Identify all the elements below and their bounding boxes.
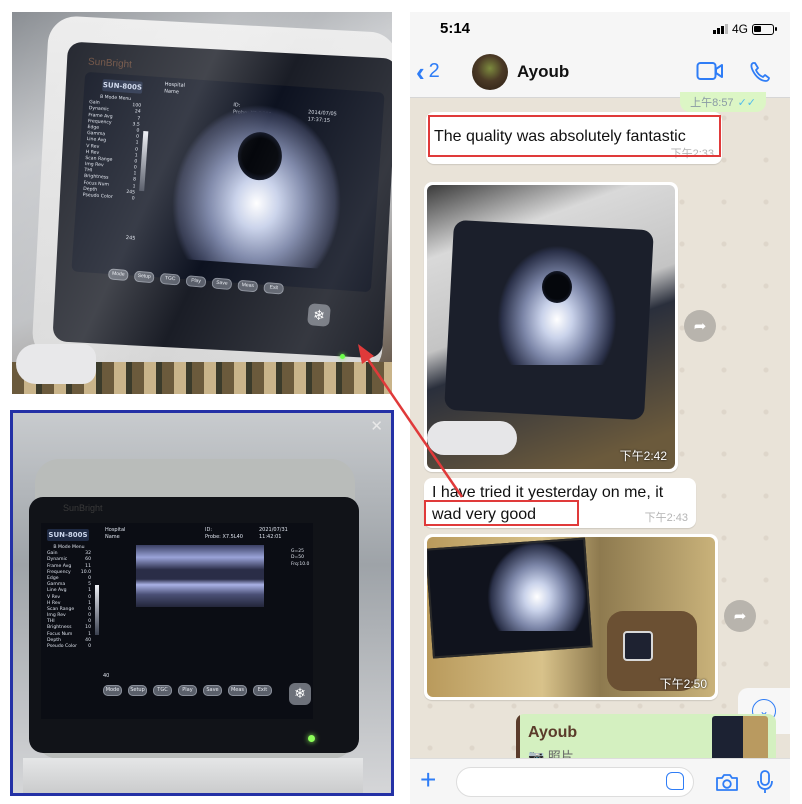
forward-button[interactable]: ➦ — [684, 310, 716, 342]
snowflake-icon: ❄ — [294, 686, 306, 702]
status-bar: 5:14 4G — [410, 12, 790, 46]
phone-icon — [750, 62, 770, 82]
ultrasound-probe — [427, 421, 517, 455]
chevron-left-icon: ‹ — [416, 56, 425, 87]
plus-icon: + — [420, 764, 437, 795]
depth-readout: 40 — [103, 673, 110, 679]
composite-image: SunBright SUN-800S Hospital Name ID: Pro… — [0, 0, 802, 804]
screen-button-play[interactable]: Play — [178, 685, 197, 696]
red-highlight-box — [424, 500, 579, 526]
message-input[interactable] — [456, 767, 694, 797]
forward-arrow-icon: ➦ — [733, 608, 747, 625]
status-time: 5:14 — [440, 20, 471, 37]
plastic-wrap — [12, 12, 392, 394]
quoted-author: Ayoub — [528, 724, 578, 741]
time-label: 11:42:01 — [259, 534, 282, 540]
signal-icon — [712, 24, 728, 34]
whatsapp-chat-screenshot: 5:14 4G ‹ 2 Ayoub 上午8:57 ✓✓ The quality … — [410, 12, 790, 804]
scan-image — [497, 245, 617, 365]
chat-header: ‹ 2 Ayoub — [410, 46, 790, 98]
image-message[interactable]: 下午2:42 — [424, 182, 678, 472]
contact-name[interactable]: Ayoub — [517, 62, 569, 82]
unread-count: 2 — [428, 60, 440, 82]
back-button[interactable]: ‹ 2 — [416, 56, 440, 87]
date-label: 2021/07/31 — [259, 527, 288, 533]
quote-bar — [516, 714, 520, 764]
voice-call-button[interactable] — [748, 60, 772, 89]
tv-ultrasound-photo-thumbnail: 下午2:50 — [427, 537, 715, 697]
model-label: SUN-800S — [47, 529, 89, 541]
header-left: Hospital Name — [105, 527, 125, 541]
portable-device — [623, 631, 653, 661]
attach-button[interactable]: + — [420, 765, 436, 795]
screen-button-meas[interactable]: Meas — [228, 685, 247, 696]
menu-label: Pseudo Color — [47, 644, 78, 649]
freeze-button[interactable]: ❄ — [289, 683, 311, 705]
screen-button-save[interactable]: Save — [203, 685, 222, 696]
status-icons: 4G — [712, 22, 777, 36]
microphone-icon — [757, 770, 773, 793]
power-led — [340, 354, 345, 359]
ultrasound-photo-bottom: SunBright SUN-800S Hospital Name ID: Pro… — [10, 410, 394, 796]
scan-image — [136, 545, 264, 607]
outgoing-reply-message[interactable]: Ayoub 📷 照片 — [516, 714, 776, 764]
voice-record-button[interactable] — [756, 769, 774, 800]
forward-arrow-icon: ➦ — [693, 318, 707, 335]
camera-icon — [716, 774, 738, 791]
header-probe: ID: Probe: X7.5L40 — [205, 527, 243, 541]
probe-label: Probe: X7.5L40 — [205, 534, 243, 540]
screen-buttons: Mode Setup TGC Play Save Meas Exit — [103, 685, 272, 696]
screen-button-tgc[interactable]: TGC — [153, 685, 172, 696]
camera-button[interactable] — [715, 772, 739, 797]
side-readout-line: Frq:10.0 — [291, 561, 310, 567]
cyst-region — [542, 271, 572, 303]
b-mode-menu: B Mode Menu Gain 32 Dynamic 60 Frame Avg 11 Fr… — [47, 545, 91, 650]
quoted-thumbnail — [712, 716, 768, 762]
header-datetime: 2021/07/31 11:42:01 — [259, 527, 288, 541]
id-label: ID: — [205, 527, 213, 533]
menu-row[interactable]: Pseudo Color 0 — [47, 644, 91, 650]
name-label: Name — [105, 534, 120, 540]
ultrasound-probe — [16, 344, 96, 384]
side-readout: G=25 D=50 Frq:10.0 — [291, 549, 309, 568]
outgoing-message-peek: 上午8:57 ✓✓ — [680, 92, 766, 112]
video-camera-icon — [696, 62, 723, 80]
screen-button-setup[interactable]: Setup — [128, 685, 147, 696]
video-call-button[interactable] — [696, 60, 724, 87]
image-message[interactable]: 下午2:50 — [424, 534, 718, 700]
network-label: 4G — [731, 22, 748, 36]
screen-button-exit[interactable]: Exit — [253, 685, 272, 696]
ultrasound-photo-thumbnail: 下午2:42 — [427, 185, 675, 469]
message-time: 下午2:42 — [619, 449, 667, 463]
power-led — [308, 735, 315, 742]
device-stand — [23, 758, 363, 793]
close-icon[interactable]: ✕ — [370, 419, 383, 434]
read-ticks-icon: ✓✓ — [737, 97, 756, 109]
message-list[interactable]: 上午8:57 ✓✓ The quality was absolutely fant… — [410, 92, 790, 764]
scan-image — [487, 541, 587, 631]
red-highlight-box — [428, 115, 721, 157]
hospital-label: Hospital — [105, 527, 126, 533]
sticker-icon[interactable] — [666, 772, 684, 790]
battery-icon — [752, 23, 777, 35]
ultrasound-photo-top: SunBright SUN-800S Hospital Name ID: Pro… — [12, 12, 392, 394]
grayscale-bar — [95, 585, 99, 635]
avatar[interactable] — [472, 54, 508, 90]
message-time: 下午2:50 — [659, 677, 707, 691]
forward-button[interactable]: ➦ — [724, 600, 756, 632]
message-time: 上午8:57 — [690, 97, 734, 109]
menu-value: 0 — [88, 644, 91, 649]
message-composer: + — [410, 758, 790, 804]
message-time: 下午2:43 — [644, 512, 688, 524]
ultrasound-screen: SUN-800S Hospital Name ID: Probe: X7.5L4… — [41, 523, 313, 719]
screen-button-mode[interactable]: Mode — [103, 685, 122, 696]
brand-label: SunBright — [63, 503, 103, 513]
